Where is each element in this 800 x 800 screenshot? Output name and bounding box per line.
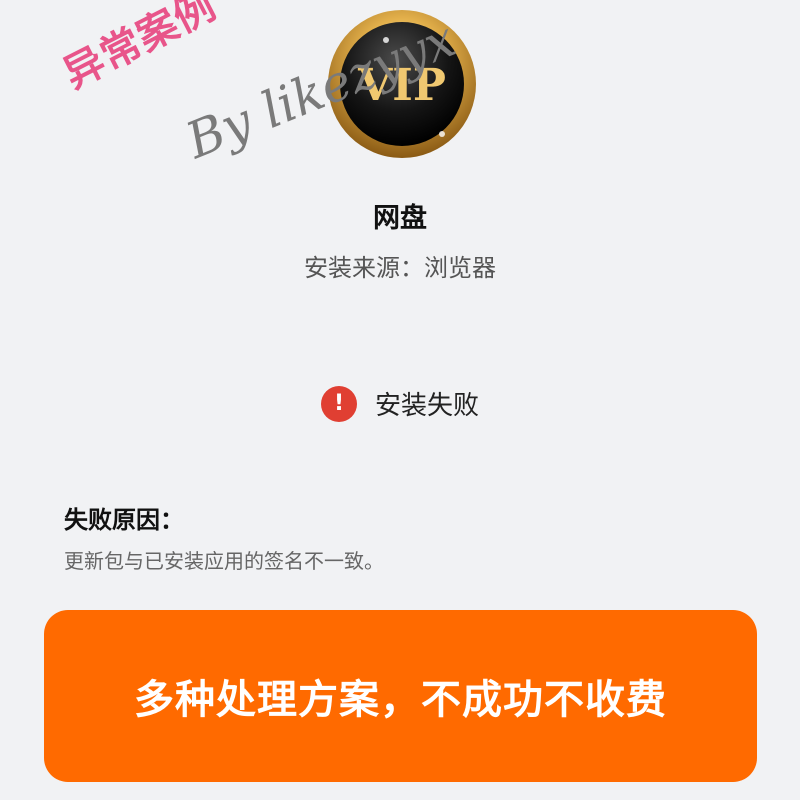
- failure-reason-text: 更新包与已安装应用的签名不一致。: [64, 549, 384, 573]
- install-status-text: 安装失败: [374, 391, 479, 421]
- app-name: 网盘: [373, 203, 427, 234]
- promo-text: 多种处理方案，不成功不收费: [134, 677, 667, 723]
- promo-banner[interactable]: 多种处理方案，不成功不收费: [44, 610, 757, 782]
- abnormal-case-stamp: 异常案例: [56, 0, 224, 98]
- install-status: ! 安装失败: [0, 385, 800, 422]
- install-source: 安装来源：浏览器: [304, 254, 496, 282]
- exclamation-icon: !: [320, 385, 357, 422]
- failure-reason-title: 失败原因：: [64, 506, 184, 534]
